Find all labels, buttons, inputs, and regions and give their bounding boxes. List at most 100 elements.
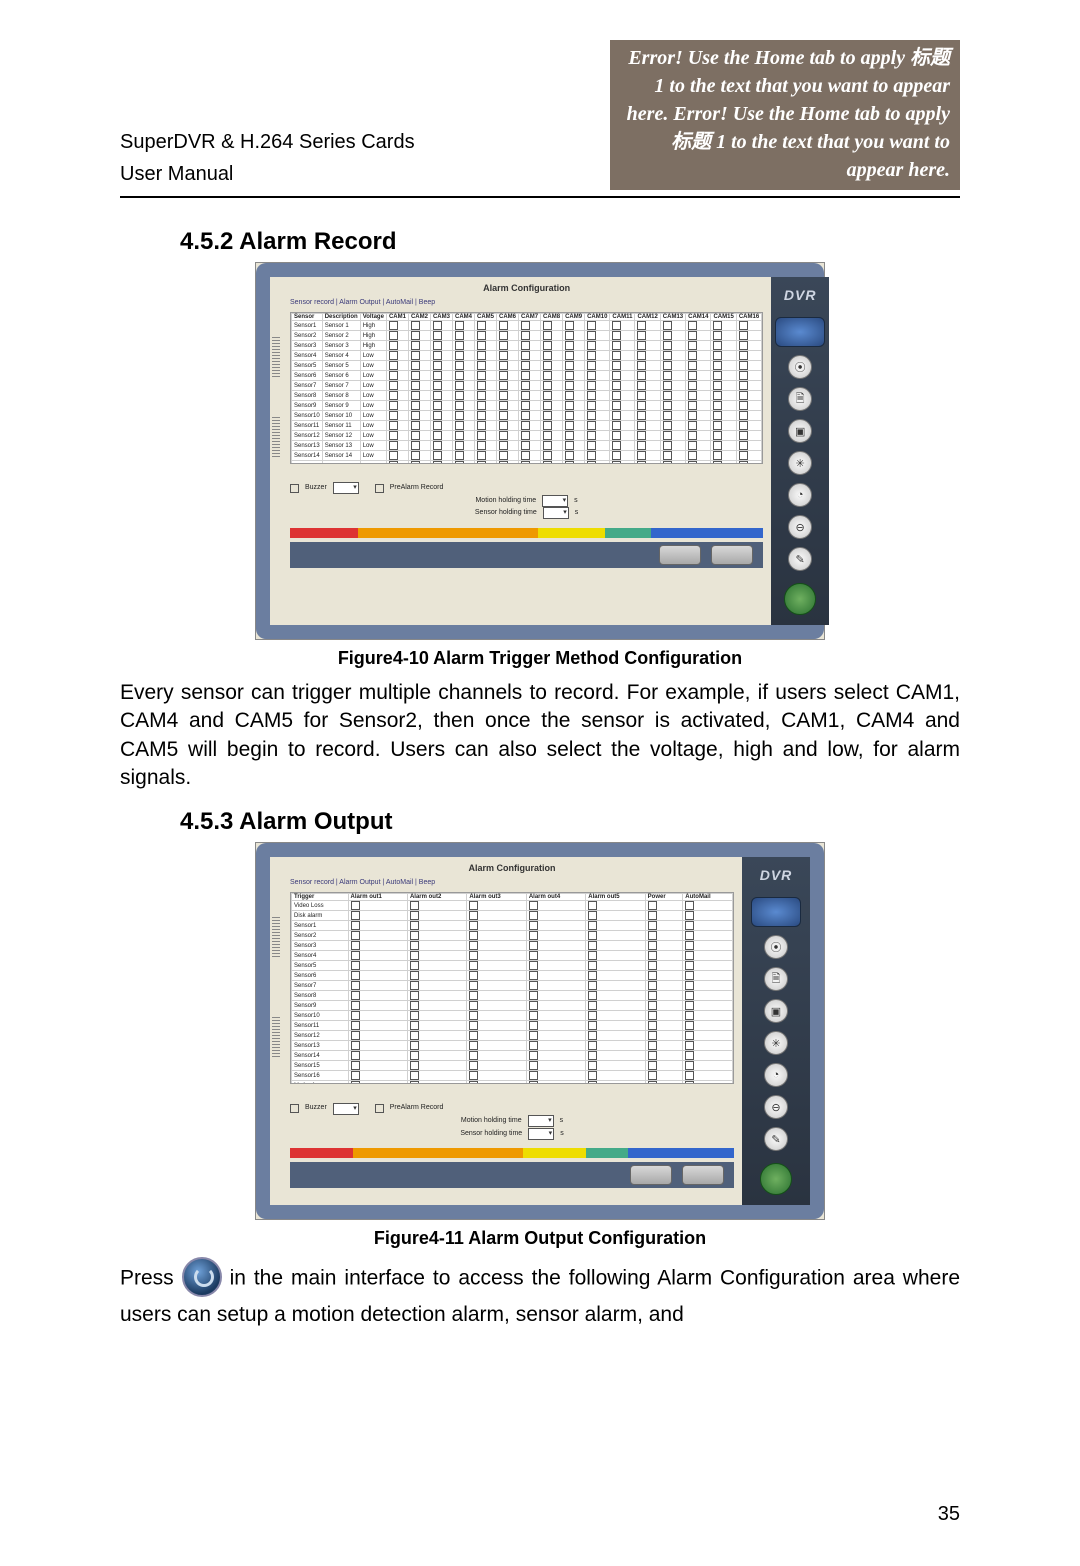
resize-handle-icon [272, 337, 280, 377]
figure-4-11: Alarm Configuration Sensor record | Alar… [255, 842, 825, 1220]
table-row[interactable]: Sensor1 [292, 921, 733, 931]
table-row[interactable]: Sensor4Sensor 4Low [292, 351, 762, 361]
tools-icon[interactable]: ✎ [764, 1127, 788, 1151]
table-row[interactable]: Sensor11Sensor 11Low [292, 421, 762, 431]
table-row[interactable]: Sensor8 [292, 991, 733, 1001]
sensor-table[interactable]: SensorDescriptionVoltage CAM1CAM2CAM3 CA… [290, 312, 763, 464]
table-row[interactable]: Sensor15Sensor 15Low [292, 461, 762, 465]
user-icon[interactable]: ⊖ [788, 515, 812, 539]
sensor-hold-label: Sensor holding time [475, 507, 537, 520]
table-row[interactable]: Sensor1Sensor 1High [292, 321, 762, 331]
table-row[interactable]: Sensor3 [292, 941, 733, 951]
table-row[interactable]: Sensor2 [292, 931, 733, 941]
settings-icon[interactable]: ✳ [788, 451, 812, 475]
table-row[interactable]: Sensor6 [292, 971, 733, 981]
figure-4-10: Alarm Configuration Sensor record | Alar… [255, 262, 825, 640]
table-header-row: TriggerAlarm out1Alarm out2 Alarm out3Al… [292, 894, 733, 901]
schedule-icon[interactable]: 🗎 [788, 387, 812, 411]
table-row[interactable]: Sensor2Sensor 2High [292, 331, 762, 341]
figure-4-11-caption: Figure4-11 Alarm Output Configuration [120, 1228, 960, 1249]
press-text-pre: Press [120, 1267, 182, 1290]
figure-4-10-caption: Figure4-10 Alarm Trigger Method Configur… [120, 648, 960, 669]
dialog-button-bar [290, 1162, 734, 1188]
table-row[interactable]: Sensor8Sensor 8Low [292, 391, 762, 401]
doc-type: User Manual [120, 158, 610, 190]
play-button[interactable] [784, 583, 816, 615]
product-title: SuperDVR & H.264 Series Cards [120, 126, 610, 158]
resize-handle-icon [272, 417, 280, 457]
table-row[interactable]: Sensor7Sensor 7Low [292, 381, 762, 391]
playback-icon[interactable]: ▣ [788, 419, 812, 443]
table-row[interactable]: Sensor5 [292, 961, 733, 971]
buzzer-label: Buzzer [305, 482, 327, 495]
table-row[interactable]: Video Loss [292, 901, 733, 911]
press-text-post: in the main interface to access the foll… [120, 1267, 960, 1326]
ok-button[interactable] [630, 1165, 672, 1185]
table-row[interactable]: Sensor6Sensor 6Low [292, 371, 762, 381]
ok-button[interactable] [659, 545, 701, 565]
schedule-icon[interactable]: 🗎 [764, 967, 788, 991]
table-row[interactable]: Sensor7 [292, 981, 733, 991]
buzzer-dropdown[interactable] [333, 1103, 359, 1115]
table-row[interactable]: Sensor5Sensor 5Low [292, 361, 762, 371]
sensor-hold-dropdown[interactable] [543, 507, 569, 519]
dialog-title: Alarm Configuration [290, 283, 763, 293]
buzzer-checkbox[interactable] [290, 1104, 299, 1113]
config-tabs[interactable]: Sensor record | Alarm Output | AutoMail … [290, 879, 734, 886]
table-row[interactable]: Disk alarm [292, 911, 733, 921]
record-icon[interactable]: ⦿ [788, 355, 812, 379]
dvr-logo: DVR [784, 287, 817, 303]
table-row[interactable]: Sensor10Sensor 10Low [292, 411, 762, 421]
user-icon[interactable]: ⊖ [764, 1095, 788, 1119]
table-row[interactable]: Sensor15 [292, 1061, 733, 1071]
alarm-icon[interactable]: ◔ [764, 1063, 788, 1087]
header-rule [120, 196, 960, 198]
resize-handle-icon [272, 917, 280, 957]
resize-handle-icon [272, 1017, 280, 1057]
prealarm-label: PreAlarm Record [390, 482, 444, 495]
table-row[interactable]: Sensor11 [292, 1021, 733, 1031]
table-row[interactable]: Sensor16 [292, 1071, 733, 1081]
table-row[interactable]: Sensor13 [292, 1041, 733, 1051]
error-banner: Error! Use the Home tab to apply 标题 1 to… [610, 40, 960, 190]
prealarm-checkbox[interactable] [375, 1104, 384, 1113]
table-row[interactable]: Sensor4 [292, 951, 733, 961]
sensor-hold-dropdown[interactable] [528, 1128, 554, 1140]
table-row[interactable]: Sensor10 [292, 1011, 733, 1021]
table-row[interactable]: Sensor12Sensor 12Low [292, 431, 762, 441]
press-paragraph: Press in the main interface to access th… [120, 1259, 960, 1331]
trigger-table[interactable]: TriggerAlarm out1Alarm out2 Alarm out3Al… [290, 892, 734, 1084]
table-row[interactable]: Sensor13Sensor 13Low [292, 441, 762, 451]
channel-status-strip [290, 1148, 734, 1158]
config-tabs[interactable]: Sensor record | Alarm Output | AutoMail … [290, 299, 763, 306]
table-row[interactable]: Sensor9 [292, 1001, 733, 1011]
table-row[interactable]: Sensor14 [292, 1051, 733, 1061]
table-row[interactable]: Motion1 [292, 1081, 733, 1085]
alarm-icon[interactable]: ◔ [788, 483, 812, 507]
table-row[interactable]: Sensor12 [292, 1031, 733, 1041]
motion-hold-dropdown[interactable] [542, 495, 568, 507]
table-row[interactable]: Sensor9Sensor 9Low [292, 401, 762, 411]
sensor-hold-label: Sensor holding time [460, 1128, 522, 1141]
alarm-config-icon[interactable] [182, 1257, 222, 1297]
buzzer-checkbox[interactable] [290, 484, 299, 493]
section-heading-alarm-record: 4.5.2 Alarm Record [180, 228, 960, 256]
header-left: SuperDVR & H.264 Series Cards User Manua… [120, 126, 610, 190]
dvr-logo: DVR [760, 867, 793, 883]
dialog-title: Alarm Configuration [290, 863, 734, 873]
tools-icon[interactable]: ✎ [788, 547, 812, 571]
play-button[interactable] [760, 1163, 792, 1195]
settings-icon[interactable]: ✳ [764, 1031, 788, 1055]
record-icon[interactable]: ⦿ [764, 935, 788, 959]
buzzer-dropdown[interactable] [333, 482, 359, 494]
prealarm-checkbox[interactable] [375, 484, 384, 493]
clock-display [775, 317, 825, 347]
cancel-button[interactable] [711, 545, 753, 565]
table-row[interactable]: Sensor3Sensor 3High [292, 341, 762, 351]
page-number: 35 [938, 1503, 960, 1526]
motion-hold-dropdown[interactable] [528, 1115, 554, 1127]
cancel-button[interactable] [682, 1165, 724, 1185]
playback-icon[interactable]: ▣ [764, 999, 788, 1023]
table-row[interactable]: Sensor14Sensor 14Low [292, 451, 762, 461]
section-heading-alarm-output: 4.5.3 Alarm Output [180, 808, 960, 836]
